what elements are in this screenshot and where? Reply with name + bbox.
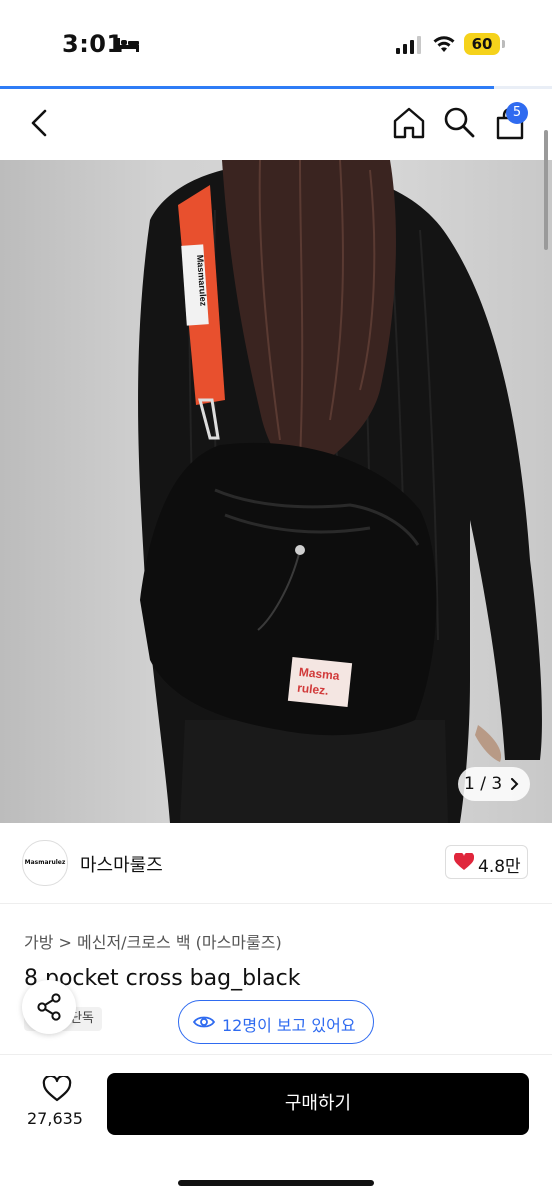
wishlist-count: 27,635 — [27, 1109, 83, 1128]
home-icon[interactable] — [392, 106, 426, 140]
live-viewers-text: 12명이 보고 있어요 — [222, 1016, 356, 1035]
image-counter[interactable]: 1 / 3 — [458, 767, 530, 801]
page-scroll-indicator — [544, 130, 548, 250]
share-icon — [37, 993, 61, 1021]
battery-tip — [502, 40, 505, 48]
buy-button[interactable]: 구매하기 — [107, 1073, 529, 1135]
sleep-focus-icon — [117, 38, 139, 52]
wishlist-heart-icon[interactable] — [42, 1076, 72, 1102]
share-button[interactable] — [22, 980, 76, 1034]
seller-name[interactable]: 마스마룰즈 — [80, 851, 163, 877]
back-arrow-icon[interactable] — [28, 108, 50, 138]
wifi-icon — [433, 36, 455, 52]
image-counter-text: 1 / 3 — [464, 774, 503, 794]
status-time: 3:01 — [62, 30, 124, 58]
seller-like-count: 4.8만 — [478, 857, 521, 877]
cart-count-badge: 5 — [506, 102, 528, 124]
battery-level: 60 — [464, 33, 500, 55]
chevron-right-icon — [511, 778, 519, 790]
heart-filled-icon — [454, 853, 474, 870]
eye-icon — [193, 1016, 215, 1028]
product-photo: Masmarulez Masma rulez. — [138, 160, 542, 823]
seller-logo[interactable]: Masmarulez — [22, 840, 68, 886]
search-icon[interactable] — [443, 106, 475, 138]
product-image-carousel[interactable]: Masmarulez Masma rulez. — [0, 160, 552, 823]
home-indicator[interactable] — [178, 1180, 374, 1186]
cellular-signal-icon — [396, 36, 421, 54]
status-bar: 3:01 60 — [0, 0, 552, 86]
section-divider — [0, 903, 552, 904]
category-breadcrumb[interactable]: 가방 > 메신저/크로스 백 (마스마룰즈) — [24, 929, 282, 953]
